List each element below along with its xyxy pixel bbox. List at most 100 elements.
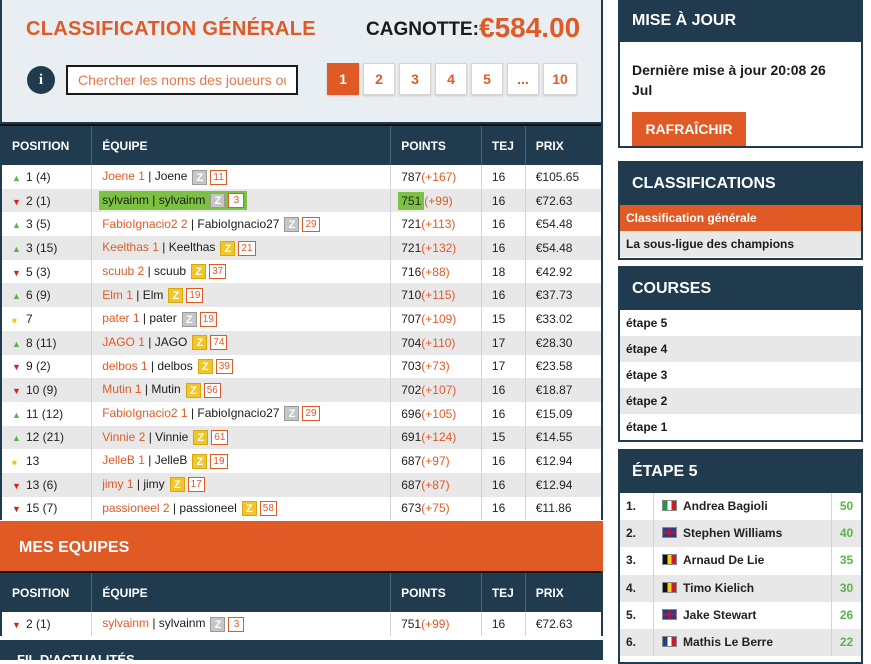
team-name-link[interactable]: sylvainm: [102, 616, 149, 630]
col-position[interactable]: POSITION: [0, 571, 93, 612]
col-team[interactable]: ÉQUIPE: [91, 571, 392, 612]
col-points[interactable]: POINTS: [390, 571, 482, 612]
col-points[interactable]: POINTS: [390, 124, 482, 165]
player-name-link[interactable]: Joene: [155, 169, 188, 183]
courses-panel: COURSES étape 5 étape 4 étape 3 étape 2 étap…: [618, 266, 863, 442]
team-name-link[interactable]: Keelthas 1: [102, 240, 159, 254]
course-item[interactable]: étape 4: [620, 336, 861, 362]
info-icon[interactable]: i: [27, 66, 55, 94]
table-row[interactable]: ▼ 15 (7) passioneel 2 | passioneel Z 58 673(+…: [0, 496, 603, 521]
player-name-link[interactable]: FabioIgnacio27: [197, 406, 279, 420]
team-name-link[interactable]: JAGO 1: [102, 335, 145, 349]
stage-result-row[interactable]: 6. Mathis Le Berre 22: [620, 628, 861, 657]
player-name-link[interactable]: JelleB: [155, 453, 188, 467]
refresh-button[interactable]: RAFRAÎCHIR: [632, 112, 746, 146]
table-row[interactable]: ▼2 (1)sylvainm | sylvainmZ3751(+99)16€72…: [0, 612, 603, 636]
table-row[interactable]: ▼ 5 (3) scuub 2 | scuub Z 37 716(+88) 18 €42.92: [0, 259, 603, 284]
page-button[interactable]: 1: [327, 63, 359, 95]
page-button[interactable]: 4: [435, 63, 467, 95]
team-name-link[interactable]: FabioIgnacio2 2: [102, 217, 187, 231]
player-name-link[interactable]: Elm: [143, 288, 164, 302]
team-name-link[interactable]: delbos 1: [102, 359, 147, 373]
table-row[interactable]: ▲ 1 (4) Joene 1 | Joene Z 11 787(+167) 16 €105.…: [0, 165, 603, 189]
player-name-link[interactable]: Vinnie: [155, 430, 188, 444]
course-item[interactable]: étape 1: [620, 414, 861, 440]
team-count-badge: 19: [186, 287, 204, 303]
table-row[interactable]: ▲ 12 (21) Vinnie 2 | Vinnie Z 61 691(+124) 15 €…: [0, 425, 603, 450]
player-name-link[interactable]: sylvainm: [159, 616, 206, 630]
team-name-link[interactable]: sylvainm: [102, 193, 149, 207]
team-wrap: delbos 1 | delbos Z 39: [102, 359, 233, 374]
col-position[interactable]: POSITION: [0, 124, 93, 165]
page-button[interactable]: ...: [507, 63, 539, 95]
col-tej[interactable]: TEJ: [481, 124, 526, 165]
stage-result-row[interactable]: 4. Timo Kielich 30: [620, 574, 861, 602]
team-name-link[interactable]: Vinnie 2: [102, 430, 145, 444]
stage-result-row[interactable]: 5. Jake Stewart 26: [620, 601, 861, 629]
table-row[interactable]: ▼ 9 (2) delbos 1 | delbos Z 39 703(+73) 17 €23.…: [0, 354, 603, 379]
col-prize[interactable]: PRIX: [525, 571, 603, 612]
player-name-link[interactable]: Mutin: [151, 382, 180, 396]
col-team[interactable]: ÉQUIPE: [91, 124, 392, 165]
stage-results: 1. Andrea Bagioli 50 2. Stephen Williams 40 3.…: [620, 493, 861, 657]
player-name-link[interactable]: JAGO: [155, 335, 188, 349]
page-button[interactable]: 3: [399, 63, 431, 95]
team-count-badge: 29: [302, 216, 320, 232]
page-button[interactable]: 5: [471, 63, 503, 95]
table-row[interactable]: ▼ 10 (9) Mutin 1 | Mutin Z 56 702(+107) 16 €18.…: [0, 378, 603, 402]
table-row[interactable]: ▲ 3 (15) Keelthas 1 | Keelthas Z 21 721(+132)…: [0, 236, 603, 260]
player-name-link[interactable]: sylvainm: [159, 193, 206, 207]
team-wrap: Vinnie 2 | Vinnie Z 61: [102, 430, 229, 446]
z-badge-icon: Z: [192, 453, 208, 469]
rider-name: Jake Stewart: [683, 607, 757, 622]
separator: |: [139, 311, 150, 326]
team-name-link[interactable]: scuub 2: [102, 264, 144, 278]
team-name-link[interactable]: Mutin 1: [102, 382, 141, 396]
search-input[interactable]: [66, 65, 298, 95]
page-button[interactable]: 10: [543, 63, 577, 95]
classification-item[interactable]: Classification générale: [620, 205, 861, 231]
player-name-link[interactable]: Keelthas: [169, 240, 216, 254]
player-name-link[interactable]: pater: [149, 311, 176, 325]
classification-item[interactable]: La sous-ligue des champions: [620, 231, 861, 257]
points-cell: 787(+167): [390, 165, 482, 189]
col-prize[interactable]: PRIX: [525, 124, 603, 165]
course-item[interactable]: étape 5: [620, 310, 861, 336]
tej-cell: 17: [481, 354, 526, 379]
stage-result-row[interactable]: 1. Andrea Bagioli 50: [620, 493, 861, 521]
player-name-link[interactable]: passioneel: [179, 501, 236, 515]
course-item[interactable]: étape 2: [620, 388, 861, 414]
team-name-link[interactable]: JelleB 1: [102, 453, 145, 467]
table-row[interactable]: ▲ 3 (5) FabioIgnacio2 2 | FabioIgnacio27 Z 2…: [0, 212, 603, 237]
player-name-link[interactable]: jimy: [143, 477, 164, 491]
table-row[interactable]: ▲ 8 (11) JAGO 1 | JAGO Z 74 704(+110) 17 €28.30: [0, 330, 603, 355]
stage-result-row[interactable]: 2. Stephen Williams 40: [620, 520, 861, 548]
team-name-link[interactable]: jimy 1: [102, 477, 133, 491]
prize-cell: €72.63: [525, 612, 603, 636]
tej-cell: 16: [481, 496, 526, 521]
table-row[interactable]: ▲ 6 (9) Elm 1 | Elm Z 19 710(+115) 16 €37.73: [0, 283, 603, 308]
player-name-link[interactable]: FabioIgnacio27: [197, 217, 279, 231]
points-gain: (+99): [421, 616, 450, 631]
position-value: 2 (1): [26, 616, 51, 631]
table-row[interactable]: ■ 13 JelleB 1 | JelleB Z 19 687(+97) 16 €12.94: [0, 449, 603, 473]
points-value: 787: [401, 169, 422, 184]
ranking-table: POSITION ÉQUIPE POINTS TEJ PRIX ▲ 1 (4) Jo…: [0, 124, 603, 521]
player-name-link[interactable]: scuub: [154, 264, 186, 278]
team-name-link[interactable]: FabioIgnacio2 1: [102, 406, 187, 420]
tej-cell: 16: [481, 165, 526, 189]
table-row[interactable]: ▲ 11 (12) FabioIgnacio2 1 | FabioIgnacio27…: [0, 401, 603, 426]
team-name-link[interactable]: pater 1: [102, 311, 139, 325]
page-button[interactable]: 2: [363, 63, 395, 95]
team-wrap: scuub 2 | scuub Z 37: [102, 264, 227, 280]
team-name-link[interactable]: passioneel 2: [102, 501, 169, 515]
table-row[interactable]: ■ 7 pater 1 | pater Z 19 707(+109) 15 €33.02: [0, 307, 603, 331]
table-row[interactable]: ▼ 13 (6) jimy 1 | jimy Z 17 687(+87) 16 €12.94: [0, 472, 603, 497]
course-item[interactable]: étape 3: [620, 362, 861, 388]
team-name-link[interactable]: Elm 1: [102, 288, 133, 302]
table-row[interactable]: ▼2 (1)sylvainm | sylvainmZ3751(+99)16€72…: [0, 188, 603, 213]
col-tej[interactable]: TEJ: [481, 571, 526, 612]
player-name-link[interactable]: delbos: [157, 359, 192, 373]
team-name-link[interactable]: Joene 1: [102, 169, 145, 183]
stage-result-row[interactable]: 3. Arnaud De Lie 35: [620, 547, 861, 575]
